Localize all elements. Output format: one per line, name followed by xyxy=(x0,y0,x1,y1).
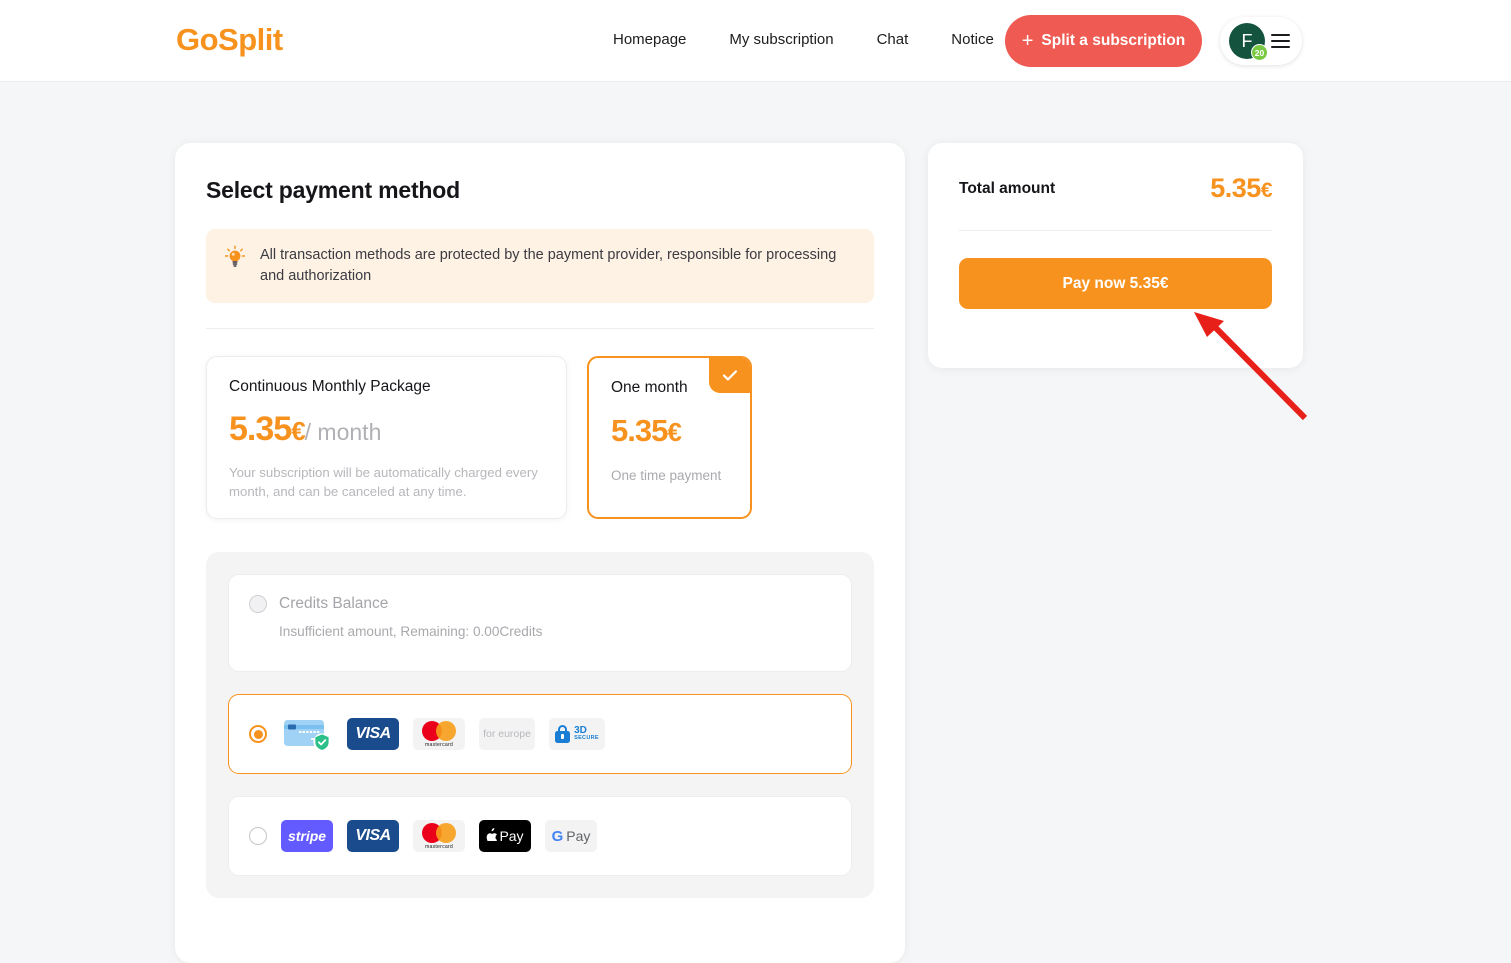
avatar-level-badge: 20 xyxy=(1251,44,1268,61)
mastercard-wordmark: mastercard xyxy=(425,741,453,748)
google-pay-logo: G Pay xyxy=(545,820,597,853)
summary-divider xyxy=(959,230,1272,231)
visa-logo: VISA xyxy=(347,718,399,751)
info-banner: All transaction methods are protected by… xyxy=(206,229,874,304)
split-a-subscription-button[interactable]: + Split a subscription xyxy=(1005,15,1202,67)
nav-item-notice[interactable]: Notice xyxy=(951,31,994,48)
apple-pay-logo: Pay xyxy=(479,820,531,853)
plan-price: 5.35€/ month xyxy=(229,410,544,449)
three-d-secure-badge: 3D SECURE xyxy=(549,718,605,751)
credits-balance-sublabel: Insufficient amount, Remaining: 0.00Cred… xyxy=(279,624,543,640)
credits-balance-label: Credits Balance xyxy=(279,595,389,613)
pay-now-button[interactable]: Pay now 5.35€ xyxy=(959,258,1272,309)
plan-price-currency: € xyxy=(291,416,306,447)
mastercard-logo: mastercard xyxy=(413,820,465,853)
nav-item-my-subscription[interactable]: My subscription xyxy=(729,31,833,48)
apple-icon xyxy=(486,828,498,844)
three-d-secure-line2: SECURE xyxy=(574,735,599,742)
avatar[interactable]: F 20 xyxy=(1229,23,1268,61)
plan-price-currency: € xyxy=(667,417,682,448)
user-menu[interactable]: F 20 xyxy=(1220,17,1302,65)
top-header: GoSplit Homepage My subscription Chat No… xyxy=(0,0,1511,82)
payment-method-list: Credits Balance Insufficient amount, Rem… xyxy=(206,552,874,899)
order-summary-panel: Total amount 5.35€ Pay now 5.35€ xyxy=(928,143,1303,368)
payment-option-card[interactable]: VISA mastercard for europe 3D SECURE xyxy=(228,694,852,775)
nav-item-chat[interactable]: Chat xyxy=(877,31,909,48)
info-banner-text: All transaction methods are protected by… xyxy=(260,247,837,284)
mastercard-wordmark: mastercard xyxy=(425,843,453,850)
page-title: Select payment method xyxy=(206,177,460,203)
plus-icon: + xyxy=(1021,30,1034,52)
payment-option-stripe[interactable]: stripe VISA mastercard Pay G Pay xyxy=(228,796,852,877)
main-navigation: Homepage My subscription Chat Notice xyxy=(613,31,994,48)
section-divider xyxy=(206,328,874,330)
plan-card-one-month[interactable]: One month 5.35€ One time payment xyxy=(587,356,752,520)
plan-name: Continuous Monthly Package xyxy=(229,378,431,396)
nav-item-homepage[interactable]: Homepage xyxy=(613,31,686,48)
total-amount-label: Total amount xyxy=(959,179,1056,197)
for-europe-badge: for europe xyxy=(479,718,535,751)
plan-note: Your subscription will be automatically … xyxy=(229,465,538,500)
credit-card-secure-icon xyxy=(281,716,333,752)
total-amount-row: Total amount 5.35€ xyxy=(959,173,1273,204)
mastercard-logo: mastercard xyxy=(413,718,465,751)
plan-options: Continuous Monthly Package 5.35€/ month … xyxy=(206,356,874,520)
radio-card[interactable] xyxy=(249,725,267,744)
plan-price: 5.35€ xyxy=(611,413,728,449)
payment-method-panel: Select payment method All transaction me… xyxy=(175,143,905,963)
plan-price-value: 5.35 xyxy=(229,410,292,449)
google-pay-label: Pay xyxy=(566,828,591,845)
apple-pay-label: Pay xyxy=(499,828,524,845)
plan-price-value: 5.35 xyxy=(611,413,668,449)
google-g-icon: G xyxy=(551,827,564,845)
plan-card-continuous-monthly[interactable]: Continuous Monthly Package 5.35€/ month … xyxy=(206,356,567,520)
credits-row: Credits Balance xyxy=(249,595,831,614)
lock-icon xyxy=(555,725,571,744)
total-amount-value: 5.35€ xyxy=(1210,173,1272,203)
radio-credits-balance[interactable] xyxy=(249,595,267,614)
split-button-label: Split a subscription xyxy=(1041,32,1186,49)
visa-logo: VISA xyxy=(347,820,399,853)
brand-logo[interactable]: GoSplit xyxy=(176,22,283,58)
stripe-logo: stripe xyxy=(281,820,333,853)
radio-stripe[interactable] xyxy=(249,827,267,846)
plan-note: One time payment xyxy=(611,468,722,484)
plan-selected-check-icon xyxy=(709,358,750,394)
payment-option-credits-balance[interactable]: Credits Balance Insufficient amount, Rem… xyxy=(228,574,852,673)
plan-price-period: / month xyxy=(304,419,382,446)
lightbulb-icon xyxy=(224,245,246,274)
hamburger-menu-icon[interactable] xyxy=(1271,33,1290,49)
